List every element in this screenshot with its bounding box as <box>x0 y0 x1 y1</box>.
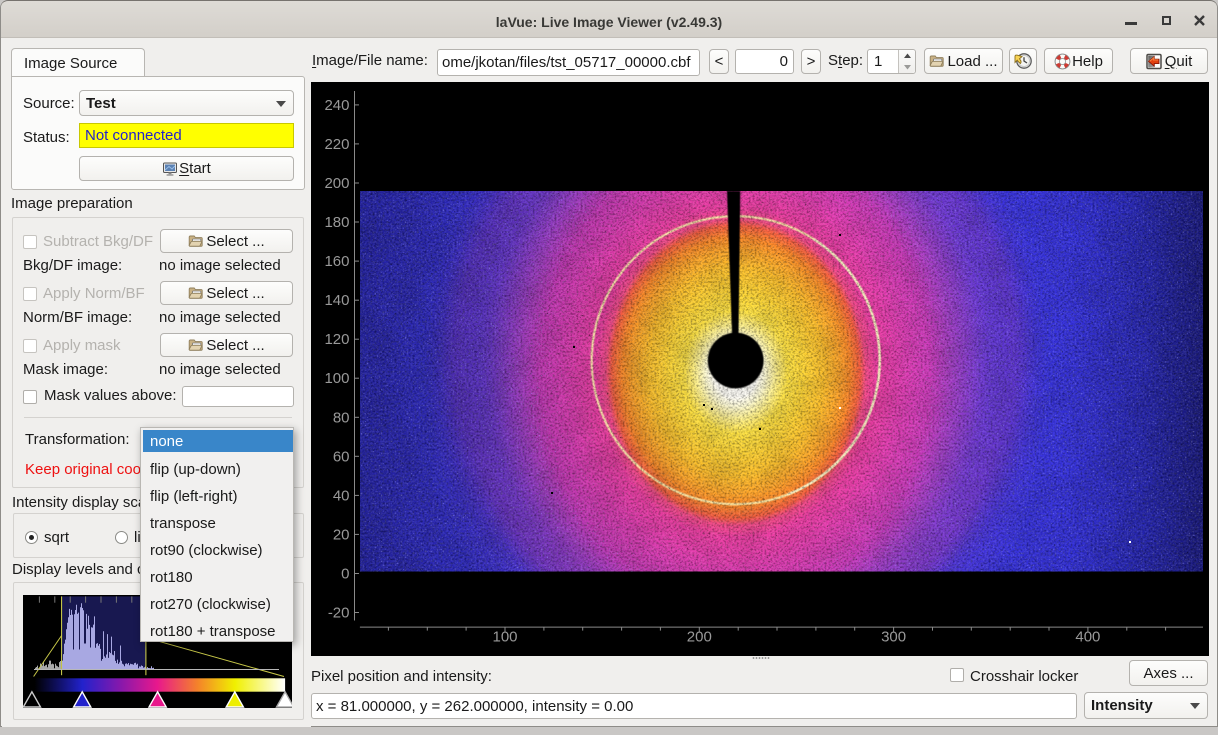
svg-text:-20: -20 <box>328 605 350 622</box>
svg-text:200: 200 <box>687 629 712 646</box>
svg-text:120: 120 <box>324 331 349 348</box>
svg-text:400: 400 <box>1075 629 1100 646</box>
svg-text:200: 200 <box>324 175 349 192</box>
svg-text:160: 160 <box>324 253 349 270</box>
svg-text:100: 100 <box>492 629 517 646</box>
svg-text:220: 220 <box>324 136 349 153</box>
svg-text:40: 40 <box>333 487 350 504</box>
svg-text:100: 100 <box>324 370 349 387</box>
svg-text:0: 0 <box>341 566 349 583</box>
svg-text:140: 140 <box>324 292 349 309</box>
svg-text:80: 80 <box>333 409 350 426</box>
svg-text:20: 20 <box>333 526 350 543</box>
svg-text:180: 180 <box>324 214 349 231</box>
svg-text:240: 240 <box>324 97 349 114</box>
svg-text:60: 60 <box>333 448 350 465</box>
svg-text:300: 300 <box>881 629 906 646</box>
